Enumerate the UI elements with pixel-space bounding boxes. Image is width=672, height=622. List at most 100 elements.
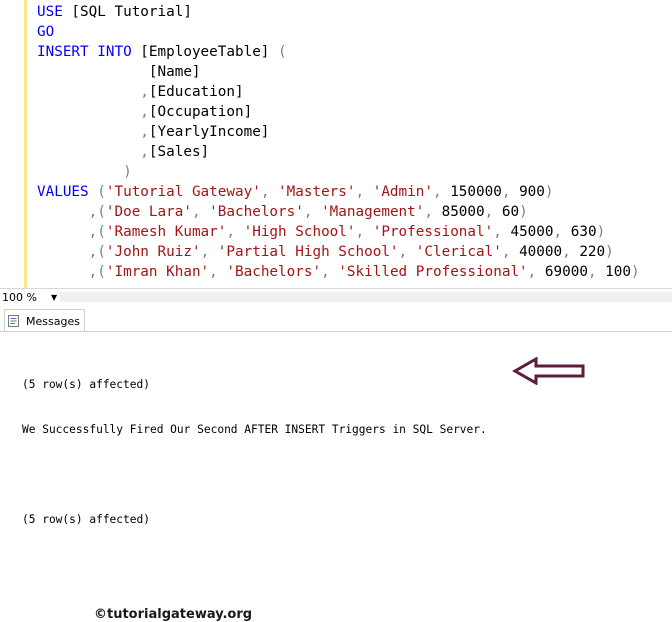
code-token: 100 <box>605 264 631 280</box>
code-token: [SQL Tutorial] <box>62 4 192 20</box>
code-token: [EmployeeTable] <box>131 44 279 60</box>
code-token: ) <box>544 184 554 200</box>
code-token: 220 <box>579 244 606 260</box>
code-token: , <box>191 204 210 220</box>
code-line: ,[Sales] <box>37 142 640 162</box>
code-line: INSERT INTO [EmployeeTable] ( <box>37 42 640 62</box>
code-token: , <box>432 184 451 200</box>
code-token: ,( <box>88 204 106 220</box>
code-token: , <box>424 204 442 220</box>
code-token: ) <box>605 244 614 260</box>
code-token: , <box>303 204 322 220</box>
code-token: ) <box>519 204 528 220</box>
code-token: 45000 <box>510 224 554 240</box>
code-token: ) <box>123 164 132 180</box>
code-token: [Occupation] <box>148 104 253 120</box>
zoom-select[interactable]: 100 % ▼ <box>2 290 57 304</box>
tab-messages-label: Messages <box>26 314 80 328</box>
code-token: 'Partial High School' <box>217 244 399 260</box>
code-line: VALUES ('Tutorial Gateway', 'Masters', '… <box>37 182 640 202</box>
code-token: 'Professional' <box>372 224 494 240</box>
tab-messages[interactable]: Messages <box>4 309 85 332</box>
code-token: 'Tutorial Gateway' <box>105 184 261 200</box>
code-token: 900 <box>519 184 545 200</box>
code-token: , <box>140 144 149 160</box>
code-line: ,('John Ruiz', 'Partial High School', 'C… <box>37 242 640 262</box>
code-token: [Sales] <box>148 144 210 160</box>
code-token: , <box>226 224 244 240</box>
code-token: 150000 <box>450 184 502 200</box>
code-token: ( <box>97 184 106 200</box>
code-token: , <box>200 244 218 260</box>
code-token: GO <box>37 24 55 40</box>
code-line: GO <box>37 22 640 42</box>
code-token: , <box>140 84 149 100</box>
message-line: We Successfully Fired Our Second AFTER I… <box>22 423 487 436</box>
chevron-down-icon: ▼ <box>50 292 58 302</box>
code-token: 'Skilled Professional' <box>338 264 528 280</box>
messages-text: (5 row(s) affected) We Successfully Fire… <box>22 347 487 557</box>
code-token: USE <box>37 4 63 20</box>
code-token: , <box>493 224 511 240</box>
code-token: 630 <box>570 224 597 240</box>
code-token: [YearlyIncome] <box>148 124 270 140</box>
code-token: , <box>321 264 339 280</box>
code-line: ) <box>37 162 640 182</box>
code-line: ,[Education] <box>37 82 640 102</box>
code-token: 'High School' <box>243 224 356 240</box>
sql-code[interactable]: USE [SQL Tutorial] GO INSERT INTO [Employe… <box>37 2 640 282</box>
code-token: , <box>355 184 373 200</box>
code-token: , <box>501 184 520 200</box>
code-token: 85000 <box>441 204 485 220</box>
messages-icon <box>8 315 19 327</box>
code-line: [Name] <box>37 62 640 82</box>
code-token: , <box>527 264 545 280</box>
query-editor[interactable]: USE [SQL Tutorial] GO INSERT INTO [Employe… <box>0 0 672 288</box>
code-token: , <box>501 244 520 260</box>
message-line: (5 row(s) affected) <box>22 513 150 526</box>
code-token: ) <box>630 264 640 280</box>
code-line: ,[YearlyIncome] <box>37 122 640 142</box>
code-token: INSERT INTO <box>37 44 132 60</box>
code-token: , <box>587 264 606 280</box>
code-token: 40000 <box>519 244 563 260</box>
change-tracking-bar <box>24 0 27 288</box>
code-token: , <box>355 224 373 240</box>
code-token: , <box>398 244 416 260</box>
code-token: , <box>140 104 149 120</box>
message-line: (5 row(s) affected) <box>22 378 150 391</box>
code-line: USE [SQL Tutorial] <box>37 2 640 22</box>
code-line: ,('Imran Khan', 'Bachelors', 'Skilled Pr… <box>37 262 640 282</box>
code-token: 'Admin' <box>372 184 433 200</box>
code-token: 'Imran Khan' <box>105 264 210 280</box>
code-token: , <box>553 224 571 240</box>
results-tab-strip: Messages ©tutorialgateway.org <box>0 305 672 622</box>
code-token: 69000 <box>544 264 588 280</box>
code-token: , <box>140 124 149 140</box>
code-token: 'Bachelors' <box>209 204 304 220</box>
code-token: 'Ramesh Kumar' <box>105 224 227 240</box>
code-token: , <box>484 204 502 220</box>
horizontal-scrollbar[interactable] <box>60 292 672 302</box>
editor-status-strip: 100 % ▼ <box>0 288 672 305</box>
code-token: 'Masters' <box>278 184 356 200</box>
watermark: ©tutorialgateway.org <box>94 607 253 622</box>
code-token: ,( <box>88 224 106 240</box>
code-token: 'Clerical' <box>415 244 502 260</box>
code-token: , <box>562 244 580 260</box>
code-token: VALUES <box>37 184 89 200</box>
code-token: 'Doe Lara' <box>105 204 192 220</box>
code-token: ,( <box>88 264 106 280</box>
code-token: ,( <box>88 244 106 260</box>
code-token: [Education] <box>148 84 244 100</box>
code-line: ,[Occupation] <box>37 102 640 122</box>
